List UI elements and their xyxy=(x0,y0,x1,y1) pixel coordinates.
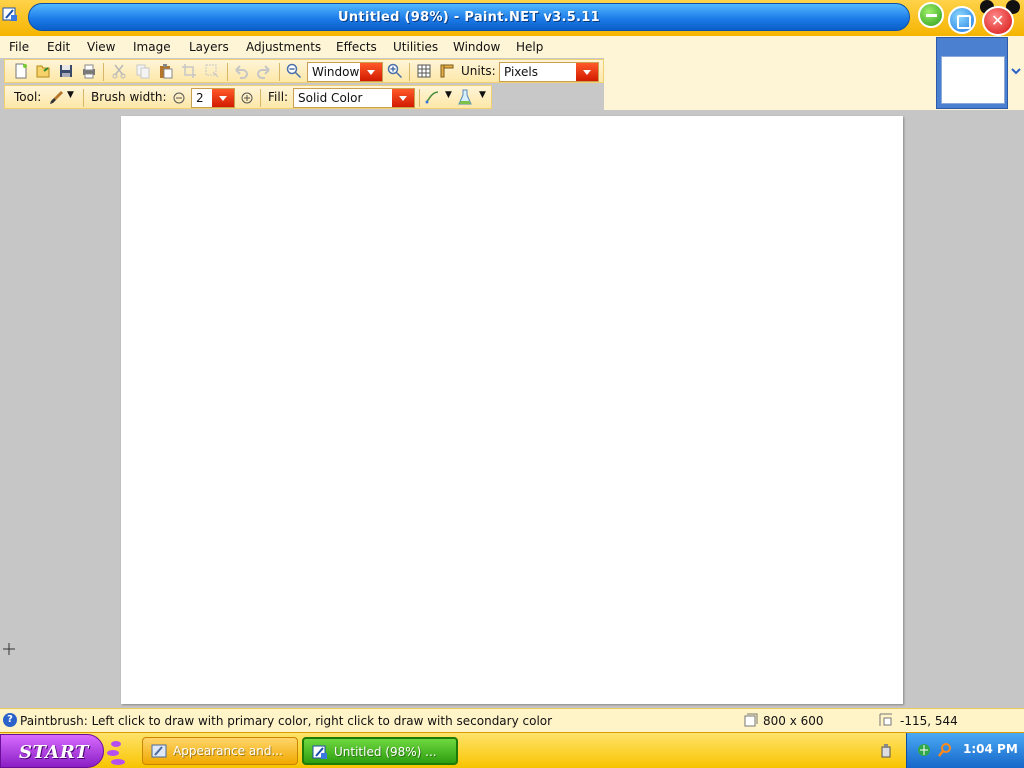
tool-options-toolbar: Tool: ▼ Brush width: 2 Fill: Solid Color… xyxy=(4,85,492,109)
image-thumbnail-panel[interactable] xyxy=(936,37,1008,109)
increase-brush-width-icon[interactable] xyxy=(239,90,255,106)
toolbar-separator xyxy=(409,63,410,81)
toolbar-separator xyxy=(260,89,261,107)
deselect-icon[interactable] xyxy=(204,63,220,79)
start-label: START xyxy=(19,742,89,763)
clock[interactable]: 1:04 PM xyxy=(963,742,1018,756)
status-bar: ? Paintbrush: Left click to draw with pr… xyxy=(0,708,1024,732)
paste-icon[interactable] xyxy=(158,63,174,79)
fill-label: Fill: xyxy=(268,90,289,104)
units-combo-value: Pixels xyxy=(504,65,539,79)
brush-width-value: 2 xyxy=(196,91,204,105)
taskbar-item-label: Untitled (98%) ... xyxy=(334,745,437,759)
control-panel-icon xyxy=(151,744,167,758)
image-size-icon xyxy=(744,713,758,727)
cursor-position-icon xyxy=(879,713,892,726)
rulers-icon[interactable] xyxy=(439,63,455,79)
title-pill: Untitled (98%) - Paint.NET v3.5.11 xyxy=(28,3,910,31)
new-file-icon[interactable] xyxy=(13,63,29,79)
crop-to-selection-icon[interactable] xyxy=(181,63,197,79)
menu-edit[interactable]: Edit xyxy=(47,40,70,54)
cut-icon[interactable] xyxy=(111,63,127,79)
save-icon[interactable] xyxy=(58,63,74,79)
toolbar-separator xyxy=(227,63,228,81)
units-label: Units: xyxy=(461,64,496,78)
menu-adjustments[interactable]: Adjustments xyxy=(246,40,321,54)
menu-view[interactable]: View xyxy=(87,40,115,54)
taskbar-item-paint-net[interactable]: Untitled (98%) ... xyxy=(302,737,458,765)
grid-icon[interactable] xyxy=(416,63,432,79)
image-size: 800 x 600 xyxy=(763,714,824,728)
start-decoration-icon xyxy=(107,741,125,765)
help-icon: ? xyxy=(3,713,17,727)
drawing-canvas[interactable] xyxy=(121,116,903,704)
menu-bar: File Edit View Image Layers Adjustments … xyxy=(0,36,1024,58)
copy-icon[interactable] xyxy=(135,63,151,79)
brush-width-dropdown-arrow-icon[interactable] xyxy=(212,89,234,107)
maximize-button[interactable] xyxy=(948,6,976,34)
decrease-brush-width-icon[interactable] xyxy=(171,90,187,106)
menu-utilities[interactable]: Utilities xyxy=(393,40,438,54)
blend-mode-dropdown-arrow-icon[interactable]: ▼ xyxy=(479,90,486,100)
open-file-icon[interactable] xyxy=(35,63,51,79)
zoom-combo[interactable]: Window xyxy=(307,62,383,82)
toolbar-separator xyxy=(83,89,84,107)
canvas-workspace[interactable] xyxy=(0,110,1024,708)
fill-combo[interactable]: Solid Color xyxy=(293,88,415,108)
status-message: Paintbrush: Left click to draw with prim… xyxy=(20,714,553,728)
cursor-position: -115, 544 xyxy=(900,714,958,728)
paint-net-app-icon[interactable] xyxy=(2,6,18,22)
zoom-combo-value: Window xyxy=(312,65,360,79)
antialiasing-icon[interactable] xyxy=(424,89,440,105)
crosshair-cursor-icon xyxy=(3,643,15,655)
menu-image[interactable]: Image xyxy=(133,40,171,54)
menu-help[interactable]: Help xyxy=(516,40,543,54)
search-tray-icon[interactable] xyxy=(937,742,953,758)
taskbar-item-label: Appearance and... xyxy=(173,744,283,758)
brush-width-combo[interactable]: 2 xyxy=(191,88,235,108)
paint-net-icon xyxy=(312,745,327,759)
units-dropdown-arrow-icon[interactable] xyxy=(576,63,598,81)
antialiasing-dropdown-arrow-icon[interactable]: ▼ xyxy=(445,90,452,100)
blend-mode-icon[interactable] xyxy=(457,89,473,105)
close-button[interactable] xyxy=(982,6,1014,36)
print-icon[interactable] xyxy=(81,63,97,79)
brush-width-label: Brush width: xyxy=(91,90,167,104)
image-list-scroll-down-icon[interactable] xyxy=(1010,66,1022,78)
menu-file[interactable]: File xyxy=(9,40,29,54)
zoom-dropdown-arrow-icon[interactable] xyxy=(360,63,382,81)
toolbar-separator xyxy=(103,63,104,81)
window-title: Untitled (98%) - Paint.NET v3.5.11 xyxy=(338,10,600,25)
network-icon[interactable] xyxy=(917,742,933,758)
start-button[interactable]: START xyxy=(0,734,104,768)
taskbar: START Appearance and... Untitled (98%) .… xyxy=(0,732,1024,768)
zoom-out-icon[interactable] xyxy=(286,63,302,79)
redo-icon[interactable] xyxy=(256,63,272,79)
fill-dropdown-arrow-icon[interactable] xyxy=(392,89,414,107)
menu-layers[interactable]: Layers xyxy=(189,40,229,54)
tool-label: Tool: xyxy=(14,90,42,104)
menu-window[interactable]: Window xyxy=(453,40,500,54)
paintbrush-icon[interactable] xyxy=(49,89,65,105)
undo-icon[interactable] xyxy=(233,63,249,79)
menu-effects[interactable]: Effects xyxy=(336,40,377,54)
image-thumbnail[interactable] xyxy=(941,56,1005,104)
fill-combo-value: Solid Color xyxy=(298,91,363,105)
system-tray: 1:04 PM xyxy=(906,733,1024,768)
tool-dropdown-arrow-icon[interactable]: ▼ xyxy=(67,90,74,100)
toolbar-separator xyxy=(279,63,280,81)
units-combo[interactable]: Pixels xyxy=(499,62,599,82)
safely-remove-hardware-icon[interactable] xyxy=(878,743,894,759)
taskbar-item-appearance[interactable]: Appearance and... xyxy=(142,737,298,765)
toolbar-separator xyxy=(419,89,420,107)
zoom-in-icon[interactable] xyxy=(387,63,403,79)
title-bar: Untitled (98%) - Paint.NET v3.5.11 xyxy=(0,0,1024,36)
main-toolbar: Window Units: Pixels xyxy=(4,59,604,83)
minimize-button[interactable] xyxy=(918,2,944,28)
